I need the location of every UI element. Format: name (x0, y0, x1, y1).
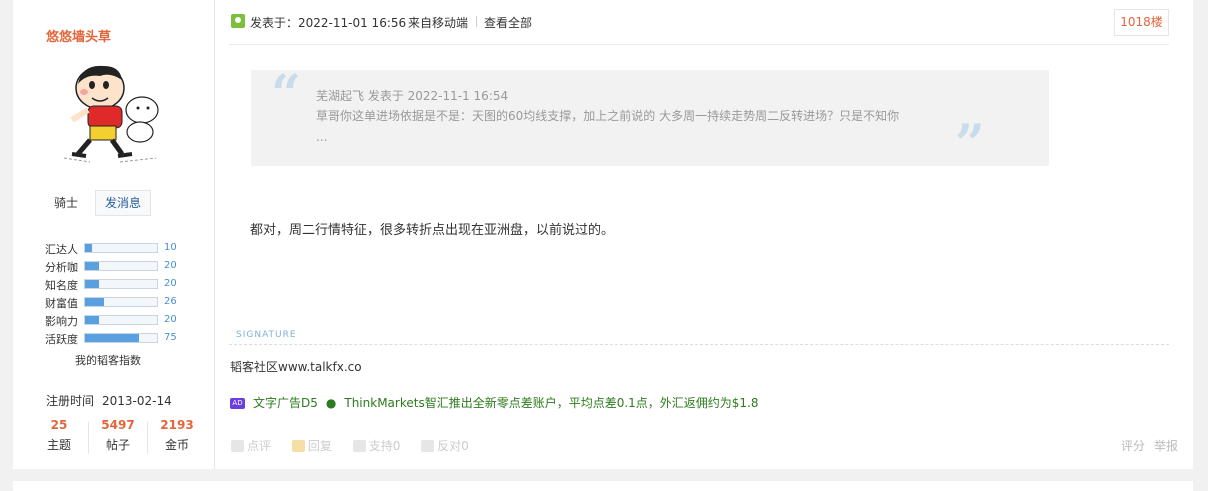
stat-row: 活跃度 75 (45, 330, 205, 348)
signature-divider (229, 344, 1169, 345)
post-actions-right: 评分 举报 (1112, 437, 1178, 454)
reply-icon (291, 440, 305, 452)
bullet-icon: ● (325, 396, 337, 410)
stat-bar-fill (85, 262, 100, 270)
quote-open-icon: “ (271, 64, 301, 125)
oppose-button[interactable]: 反对0 (421, 437, 469, 454)
post-container: 悠悠墙头草 骑士 发消息 汇达人 10 分析咖 20 知名度 20 财富值 26… (13, 0, 1193, 469)
post-actions: 点评 回复 支持0 反对0 (231, 437, 486, 454)
stat-value: 20 (164, 314, 177, 325)
divider (229, 44, 1169, 45)
stat-bar (84, 261, 158, 271)
quote-header: 芜湖起飞 发表于 2022-11-1 16:54 (316, 89, 509, 103)
thumbs-down-icon (421, 440, 435, 452)
action-label: 支持0 (368, 439, 401, 453)
count-value: 25 (50, 418, 68, 432)
quote-block: “ ” 芜湖起飞 发表于 2022-11-1 16:54 草哥你这单进场依据是不… (251, 64, 1049, 175)
comment-button[interactable]: 点评 (231, 437, 271, 454)
ad-badge-icon: AD (230, 398, 245, 409)
reply-button[interactable]: 回复 (291, 437, 332, 454)
divider (476, 16, 477, 27)
stat-label: 知名度 (45, 279, 78, 292)
stat-bar (84, 333, 158, 343)
action-label: 反对0 (437, 439, 469, 453)
next-post-container (13, 481, 1193, 491)
register-date: 2013-02-14 (102, 394, 172, 408)
stat-bar (84, 315, 158, 325)
stat-bar-fill (85, 334, 139, 342)
floor-number[interactable]: 1018楼 (1114, 9, 1169, 36)
stat-bar (84, 297, 158, 307)
avatar[interactable] (60, 58, 168, 166)
stat-bar-fill (85, 244, 93, 252)
topic-count[interactable]: 25 主题 (30, 418, 88, 453)
stat-label: 活跃度 (45, 333, 78, 346)
stat-bar (84, 279, 158, 289)
stat-row: 知名度 20 (45, 276, 205, 294)
coin-count[interactable]: 2193 金币 (148, 418, 206, 453)
count-label: 主题 (46, 438, 71, 452)
stat-value: 26 (164, 296, 177, 307)
signature-text: 韬客社区www.talkfx.co (230, 360, 362, 374)
text-ad: AD 文字广告D5 ● ThinkMarkets智汇推出全新零点差账户，平均点差0.1… (230, 394, 759, 411)
post-message: 都对，周二行情特征，很多转折点出现在亚洲盘，以前说过的。 (250, 223, 615, 238)
stat-label: 分析咖 (45, 261, 78, 274)
comment-icon (231, 440, 244, 452)
ad-link[interactable]: ThinkMarkets智汇推出全新零点差账户，平均点差0.1点，外汇返佣约为$… (344, 396, 758, 410)
author-sidebar: 悠悠墙头草 骑士 发消息 汇达人 10 分析咖 20 知名度 20 财富值 26… (13, 0, 215, 469)
stat-label: 汇达人 (45, 243, 78, 256)
user-stats: 汇达人 10 分析咖 20 知名度 20 财富值 26 影响力 20 活跃度 7… (45, 240, 205, 348)
stat-bar-fill (85, 298, 104, 306)
user-counts: 25 主题 5497 帖子 2193 金币 (30, 418, 206, 458)
author-name[interactable]: 悠悠墙头草 (46, 26, 111, 45)
count-label: 金币 (164, 438, 189, 452)
signature-label: SIGNATURE (236, 330, 297, 340)
post-count[interactable]: 5497 帖子 (89, 418, 147, 453)
ad-title[interactable]: 文字广告D5 (253, 396, 318, 410)
online-status-icon (231, 14, 245, 28)
stat-bar-fill (85, 280, 100, 288)
quote-close-icon: ” (955, 114, 985, 175)
support-button[interactable]: 支持0 (352, 437, 401, 454)
stat-value: 10 (164, 242, 177, 253)
register-info: 注册时间 2013-02-14 (46, 392, 172, 409)
stat-row: 影响力 20 (45, 312, 205, 330)
blog-index-link[interactable]: 我的韬客指数 (75, 352, 141, 368)
post-time: 发表于：2022-11-01 16:56 (250, 16, 407, 30)
rate-button[interactable]: 评分 (1121, 439, 1145, 453)
stat-label: 财富值 (45, 297, 78, 310)
register-label: 注册时间 (46, 394, 95, 408)
stat-value: 75 (164, 332, 177, 343)
action-label: 点评 (247, 439, 272, 453)
quote-body: 草哥你这单进场依据是不是：天图的60均线支撑，加上之前说的 大多周一持续走势周二… (316, 109, 900, 144)
count-value: 5497 (101, 418, 135, 432)
send-message-button[interactable]: 发消息 (95, 190, 151, 216)
stat-value: 20 (164, 278, 177, 289)
count-value: 2193 (160, 418, 194, 432)
rank-label: 骑士 (54, 196, 79, 210)
action-label: 回复 (307, 439, 332, 453)
stat-row: 分析咖 20 (45, 258, 205, 276)
post-source: 来自移动端 (408, 16, 469, 30)
stat-row: 财富值 26 (45, 294, 205, 312)
count-label: 帖子 (105, 438, 130, 452)
stat-value: 20 (164, 260, 177, 271)
stat-label: 影响力 (45, 315, 78, 328)
stat-bar (84, 243, 158, 253)
report-button[interactable]: 举报 (1154, 439, 1178, 453)
stat-row: 汇达人 10 (45, 240, 205, 258)
view-all-link[interactable]: 查看全部 (484, 14, 532, 31)
thumbs-up-icon (352, 440, 366, 452)
stat-bar-fill (85, 316, 100, 324)
